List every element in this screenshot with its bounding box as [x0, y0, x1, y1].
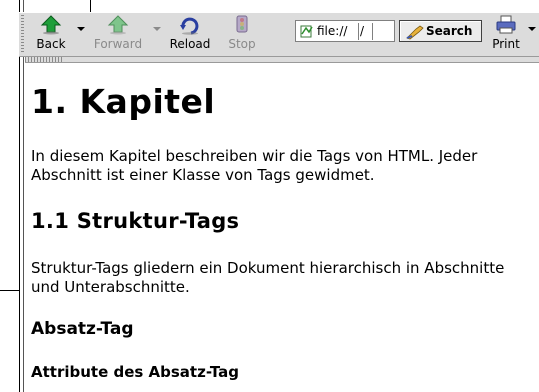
search-label: Search: [426, 24, 473, 38]
subsubsection-heading: Attribute des Absatz-Tag: [31, 363, 240, 381]
forward-label: Forward: [93, 37, 143, 51]
back-arrow-icon: [40, 15, 62, 35]
intro-paragraph: In diesem Kapitel beschreiben wir die Ta…: [31, 147, 478, 184]
stop-button[interactable]: Stop: [222, 15, 262, 53]
forward-button[interactable]: Forward: [87, 15, 149, 53]
file-location-icon: [300, 25, 313, 38]
search-button[interactable]: Search: [399, 20, 482, 42]
forward-arrow-icon: [107, 15, 129, 35]
back-button[interactable]: Back: [31, 15, 71, 53]
browser-window: Back Forward Reload Stop file:// / Searc…: [19, 0, 539, 392]
printer-icon: [496, 15, 516, 34]
desktop-line: [0, 290, 19, 291]
window-border: [19, 0, 20, 392]
location-separator: [358, 23, 359, 40]
subsection-heading: Absatz-Tag: [31, 319, 134, 339]
location-field[interactable]: file:// /: [295, 20, 395, 42]
stop-label: Stop: [228, 37, 256, 51]
forward-dropdown-arrow[interactable]: [153, 27, 161, 31]
section-paragraph: Struktur-Tags gliedern ein Dokument hier…: [31, 259, 505, 296]
chapter-heading: 1. Kapitel: [31, 82, 216, 121]
print-label: Print: [492, 37, 520, 51]
back-dropdown-arrow[interactable]: [77, 27, 85, 31]
print-button[interactable]: Print: [489, 15, 523, 53]
window-border: [23, 0, 24, 392]
navigation-toolbar: Back Forward Reload Stop file:// / Searc…: [19, 12, 539, 57]
location-separator: [372, 23, 373, 40]
desktop-left-edge: [0, 0, 19, 392]
location-path[interactable]: /: [360, 24, 364, 38]
reload-label: Reload: [169, 37, 211, 51]
print-dropdown-arrow[interactable]: [528, 27, 536, 31]
reload-button[interactable]: Reload: [165, 15, 215, 53]
search-icon: [406, 25, 424, 40]
stop-icon: [236, 15, 248, 33]
reload-icon: [180, 17, 199, 35]
toolbar-grip-handle[interactable]: [21, 15, 24, 53]
section-heading: 1.1 Struktur-Tags: [31, 209, 240, 233]
location-text[interactable]: file://: [317, 24, 347, 38]
back-label: Back: [36, 37, 66, 51]
page-content: 1. Kapitel In diesem Kapitel beschreiben…: [31, 62, 536, 392]
